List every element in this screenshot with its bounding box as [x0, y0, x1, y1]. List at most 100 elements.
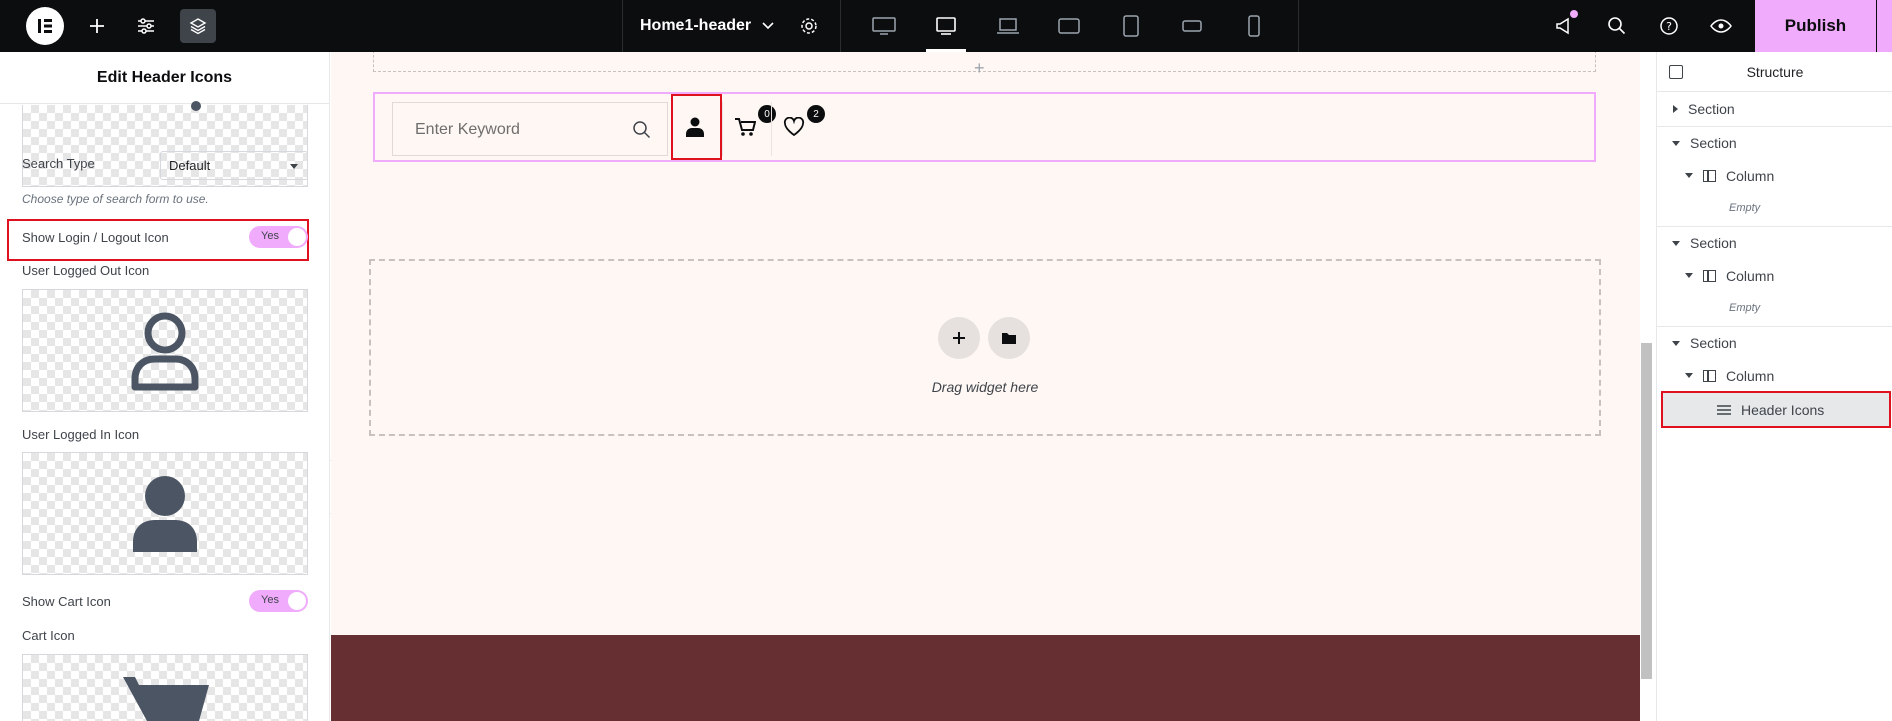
elementor-logo-icon[interactable] [26, 7, 64, 45]
column-icon [1703, 269, 1716, 282]
search-type-hint: Choose type of search form to use. [22, 192, 209, 206]
scrollbar-thumb[interactable] [1641, 343, 1652, 679]
device-desktop-icon[interactable] [864, 0, 904, 52]
navigator-item-label: Column [1726, 367, 1775, 384]
search-form[interactable]: Enter Keyword [392, 102, 668, 156]
device-tablet-portrait-icon[interactable] [1111, 0, 1151, 52]
plus-icon [953, 332, 965, 344]
cart-icon-picker[interactable] [22, 654, 308, 721]
cart-icon[interactable] [730, 112, 760, 142]
cart-count-badge: 0 [758, 105, 776, 123]
navigator-item-header-icons[interactable]: Header Icons [1661, 391, 1891, 428]
navigator-empty-label: Empty [1729, 202, 1761, 214]
logged-in-icon-picker[interactable] [22, 452, 308, 575]
caret-down-icon [1685, 373, 1693, 378]
navigator-item-section[interactable]: Section [1657, 126, 1892, 159]
navigator-item-label: Header Icons [1741, 401, 1825, 418]
header-icons-widget[interactable]: Enter Keyword 0 2 [373, 92, 1596, 162]
footer-section [331, 635, 1640, 721]
show-login-toggle[interactable]: Yes [249, 226, 308, 248]
navigator-item-column[interactable]: Column [1657, 159, 1892, 192]
logged-in-icon-label: User Logged In Icon [22, 427, 140, 442]
add-section-button[interactable] [938, 317, 980, 359]
cart-icon [123, 677, 209, 721]
device-mobile-icon[interactable] [1234, 0, 1274, 52]
device-tablet-landscape-icon[interactable] [926, 0, 966, 52]
svg-text:?: ? [1666, 20, 1672, 33]
toggle-knob [288, 592, 306, 610]
structure-title: Structure [1746, 64, 1804, 80]
device-mobile-extra-icon[interactable] [1172, 0, 1212, 52]
cart-icon-label: Cart Icon [22, 628, 75, 643]
page-settings-gear-icon[interactable] [795, 0, 823, 52]
divider [722, 102, 723, 156]
panel-title: Edit Header Icons [0, 52, 329, 104]
navigator-item-label: Column [1726, 167, 1775, 184]
document-title: Home1-header [640, 17, 752, 34]
column-icon [1703, 369, 1716, 382]
caret-right-icon [1673, 104, 1678, 113]
wishlist-heart-icon[interactable] [779, 112, 809, 142]
notifications-megaphone-icon[interactable] [1550, 0, 1580, 52]
divider [622, 0, 623, 52]
publish-options-button[interactable] [1876, 0, 1892, 52]
navigator-item-section[interactable]: Section [1657, 226, 1892, 259]
drag-widget-hint: Drag widget here [931, 379, 1039, 395]
structure-header: Structure [1657, 52, 1892, 92]
show-login-label: Show Login / Logout Icon [22, 230, 169, 245]
structure-layers-icon[interactable] [180, 9, 216, 43]
navigator-item-label: Column [1726, 267, 1775, 284]
navigator-item-section[interactable]: Section [1657, 92, 1892, 125]
plus-icon: + [974, 58, 985, 78]
search-type-label: Search Type [22, 156, 95, 171]
search-type-select[interactable]: Default [160, 151, 308, 180]
empty-section-dropzone[interactable]: Drag widget here [369, 259, 1601, 436]
navigator-item-column[interactable]: Column [1657, 359, 1892, 392]
divider [1298, 0, 1299, 52]
navigator-item-label: Section [1688, 100, 1735, 117]
preview-eye-icon[interactable] [1706, 0, 1736, 52]
search-icon[interactable] [632, 120, 652, 140]
folder-icon [1002, 333, 1016, 344]
show-login-toggle-text: Yes [261, 230, 279, 242]
divider [771, 102, 772, 156]
navigator-empty-label: Empty [1729, 302, 1761, 314]
device-laptop-icon[interactable] [988, 0, 1028, 52]
document-title-dropdown[interactable]: Home1-header [640, 0, 775, 52]
show-cart-label: Show Cart Icon [22, 594, 111, 609]
top-bar: Home1-header ? Publish [0, 0, 1892, 52]
caret-down-icon [1685, 173, 1693, 178]
caret-down-icon [1685, 273, 1693, 278]
search-type-value: Default [169, 158, 211, 173]
help-icon[interactable]: ? [1654, 0, 1684, 52]
search-placeholder: Enter Keyword [415, 121, 520, 138]
add-template-button[interactable] [988, 317, 1030, 359]
user-account-icon[interactable] [680, 112, 710, 142]
search-icon[interactable] [1602, 0, 1632, 52]
device-tablet-extra-icon[interactable] [1049, 0, 1089, 52]
navigator-item-section[interactable]: Section [1657, 326, 1892, 359]
user-outline-icon [131, 312, 199, 390]
notification-dot [1570, 10, 1578, 18]
navigator-item-label: Section [1690, 135, 1737, 151]
caret-down-icon [290, 164, 298, 169]
caret-down-icon [1672, 140, 1680, 146]
editor-canvas: + Enter Keyword 0 2 Drag widget here [331, 52, 1640, 721]
show-cart-toggle-text: Yes [261, 594, 279, 606]
navigator-item-label: Section [1690, 335, 1737, 351]
previous-section-dropzone: + [373, 52, 1596, 78]
edit-panel: Edit Header Icons Search Type Default Ch… [0, 52, 330, 721]
wishlist-count-badge: 2 [807, 105, 825, 123]
caret-down-icon [1672, 340, 1680, 346]
publish-button[interactable]: Publish [1755, 0, 1876, 52]
user-solid-icon [133, 475, 197, 552]
divider [840, 0, 841, 52]
structure-panel: Structure Section Section Column Empty S… [1656, 52, 1892, 721]
site-settings-icon[interactable] [131, 0, 161, 52]
add-element-icon[interactable] [82, 0, 112, 52]
logged-out-icon-picker[interactable] [22, 289, 308, 412]
logged-out-icon-label: User Logged Out Icon [22, 263, 150, 278]
show-cart-toggle[interactable]: Yes [249, 590, 308, 612]
navigator-item-column[interactable]: Column [1657, 259, 1892, 292]
toggle-knob [288, 228, 306, 246]
